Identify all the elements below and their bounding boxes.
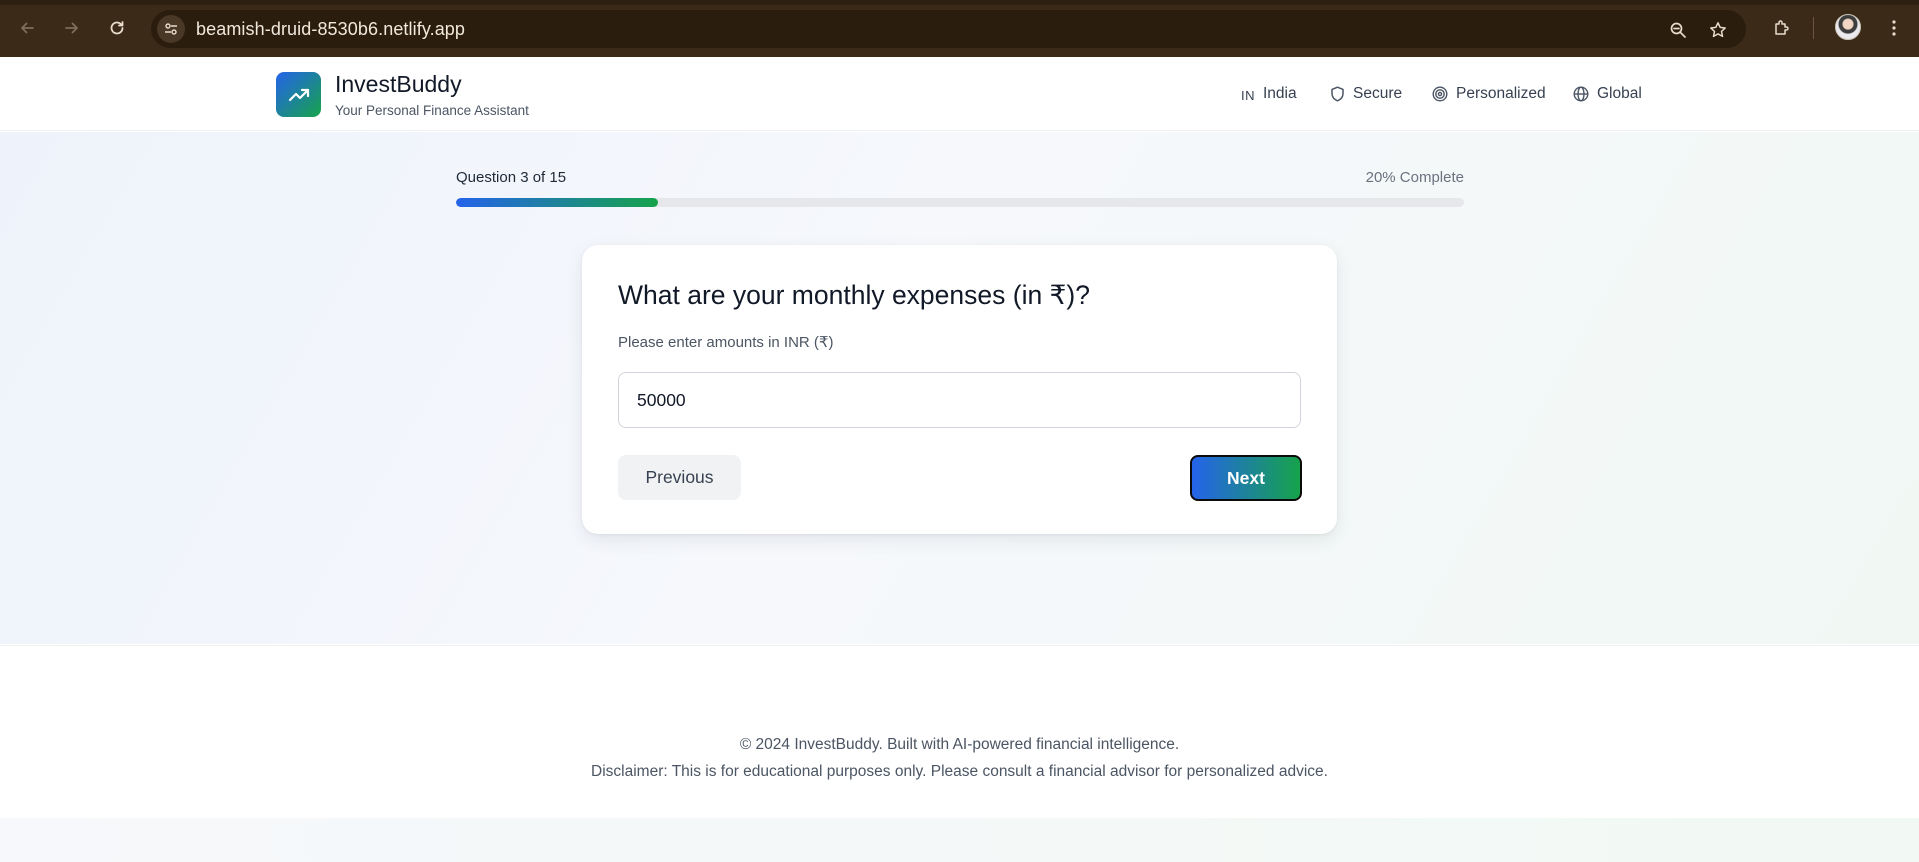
app-header: InvestBuddy Your Personal Finance Assist… xyxy=(0,57,1919,131)
nav-item-label: Global xyxy=(1597,85,1642,102)
forward-icon[interactable] xyxy=(56,12,88,44)
zoom-icon[interactable] xyxy=(1665,17,1691,43)
nav-item-personalized: Personalized xyxy=(1432,85,1546,103)
nav-item-label: Personalized xyxy=(1456,85,1546,102)
tab-strip xyxy=(0,0,1919,5)
brand-name[interactable]: InvestBuddy xyxy=(335,71,462,98)
logo-trending-up-icon[interactable] xyxy=(276,72,321,117)
more-menu-icon[interactable] xyxy=(1880,14,1908,42)
progress-percent: 20% Complete xyxy=(1365,169,1464,186)
next-button[interactable]: Next xyxy=(1190,455,1302,501)
disclaimer-text: Disclaimer: This is for educational purp… xyxy=(591,763,1328,780)
bookmark-star-icon[interactable] xyxy=(1705,17,1731,43)
nav-item-global: Global xyxy=(1573,85,1642,103)
address-bar[interactable]: beamish-druid-8530b6.netlify.app xyxy=(151,10,1746,48)
globe-icon xyxy=(1573,86,1589,102)
brand-tagline: Your Personal Finance Assistant xyxy=(335,103,529,118)
previous-button[interactable]: Previous xyxy=(618,455,741,500)
question-counter: Question 3 of 15 xyxy=(456,169,567,186)
copyright-text: © 2024 InvestBuddy. Built with AI-powere… xyxy=(739,736,1180,753)
shield-icon xyxy=(1330,86,1345,102)
target-icon xyxy=(1432,86,1448,102)
nav-item-secure: Secure xyxy=(1330,85,1402,103)
extensions-icon[interactable] xyxy=(1768,14,1796,42)
monthly-expenses-input[interactable] xyxy=(618,372,1301,428)
progress-bar xyxy=(456,198,1464,207)
url-text[interactable]: beamish-druid-8530b6.netlify.app xyxy=(196,19,465,40)
question-title: What are your monthly expenses (in ₹)? xyxy=(618,280,1090,310)
site-info-icon[interactable] xyxy=(157,15,185,43)
page-bottom-background xyxy=(0,818,1919,862)
nav-item-label: India xyxy=(1263,85,1297,102)
question-card: What are your monthly expenses (in ₹)? P… xyxy=(582,245,1337,534)
footer: © 2024 InvestBuddy. Built with AI-powere… xyxy=(0,645,1919,818)
flag-icon: IN xyxy=(1241,88,1255,103)
back-icon[interactable] xyxy=(11,12,43,44)
nav-item-india: IN India xyxy=(1241,85,1297,103)
currency-hint: Please enter amounts in INR (₹) xyxy=(618,334,834,351)
browser-toolbar: beamish-druid-8530b6.netlify.app xyxy=(0,0,1919,57)
progress-bar-fill xyxy=(456,198,658,207)
main-content: Question 3 of 15 20% Complete What are y… xyxy=(0,132,1919,644)
nav-item-label: Secure xyxy=(1353,85,1403,102)
reload-icon[interactable] xyxy=(101,12,133,44)
profile-avatar[interactable] xyxy=(1835,14,1861,40)
toolbar-divider xyxy=(1813,17,1814,39)
